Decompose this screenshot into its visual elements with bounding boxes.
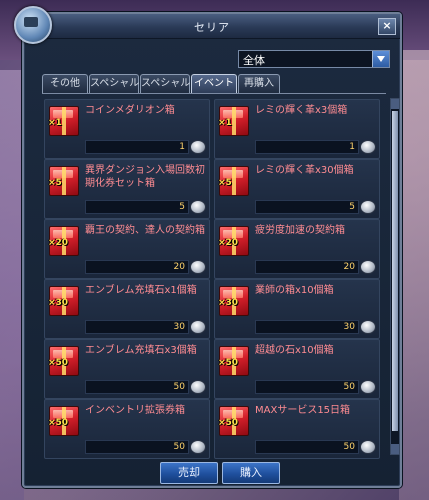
- item-list: ×1 コインメダリオン箱 1 ×1 レミの輝く革x3個箱 1 ×5 異界ダンジョ…: [42, 93, 386, 459]
- price-field: 30: [85, 320, 189, 334]
- item-quantity: ×30: [218, 298, 239, 308]
- coin-icon: [190, 140, 206, 154]
- price-field: 1: [255, 140, 359, 154]
- shop-item[interactable]: ×30 業師の箱x10個箱 30: [214, 279, 380, 339]
- item-name: エンブレム充填石x3個箱: [85, 345, 197, 356]
- price-field: 50: [255, 380, 359, 394]
- shop-window: セリア × 全体 その他 スペシャル スペシャル イベント 再購入 ×1 コイン…: [14, 6, 402, 488]
- tab-special-2[interactable]: スペシャル: [140, 74, 190, 93]
- scroll-thumb[interactable]: [392, 111, 398, 431]
- coin-icon: [190, 380, 206, 394]
- item-price: 30: [173, 322, 185, 332]
- price-field: 1: [85, 140, 189, 154]
- price-field: 5: [255, 200, 359, 214]
- item-price: 5: [349, 202, 355, 212]
- shop-item[interactable]: ×30 エンブレム充填石x1個箱 30: [44, 279, 210, 339]
- tab-other[interactable]: その他: [42, 74, 88, 93]
- price-field: 20: [255, 260, 359, 274]
- coin-icon: [190, 320, 206, 334]
- item-quantity: ×50: [48, 358, 69, 368]
- coin-icon: [190, 440, 206, 454]
- item-quantity: ×1: [218, 118, 232, 128]
- tab-special-1[interactable]: スペシャル: [89, 74, 139, 93]
- item-quantity: ×50: [218, 358, 239, 368]
- title-bar[interactable]: セリア ×: [24, 14, 400, 39]
- coin-icon: [360, 260, 376, 274]
- item-quantity: ×1: [48, 118, 62, 128]
- item-price: 5: [179, 202, 185, 212]
- item-price: 50: [173, 442, 185, 452]
- item-name: 覇王の契約、達人の契約箱: [85, 225, 205, 236]
- price-field: 30: [255, 320, 359, 334]
- background-left-decoration: [0, 70, 24, 500]
- category-filter-value: 全体: [243, 54, 265, 67]
- shop-item[interactable]: ×50 エンブレム充填石x3個箱 50: [44, 339, 210, 399]
- item-quantity: ×20: [48, 238, 69, 248]
- item-name: エンブレム充填石x1個箱: [85, 285, 197, 296]
- category-filter-dropdown[interactable]: 全体: [238, 50, 390, 68]
- shop-item[interactable]: ×5 異界ダンジョン入場回数初期化券セット箱 5: [44, 159, 210, 219]
- coin-icon: [360, 140, 376, 154]
- shop-item[interactable]: ×1 コインメダリオン箱 1: [44, 99, 210, 159]
- item-name: 異界ダンジョン入場回数初期化券セット箱: [85, 165, 205, 189]
- item-name: 疲労度加速の契約箱: [255, 225, 345, 236]
- tab-rebuy[interactable]: 再購入: [238, 74, 280, 93]
- chevron-down-icon[interactable]: [372, 51, 389, 67]
- item-price: 50: [343, 442, 355, 452]
- shop-item[interactable]: ×5 レミの輝く革x30個箱 5: [214, 159, 380, 219]
- tab-event[interactable]: イベント: [191, 74, 237, 94]
- item-quantity: ×50: [218, 418, 239, 428]
- scroll-up-arrow-icon[interactable]: [391, 99, 399, 109]
- item-price: 1: [179, 142, 185, 152]
- shop-item[interactable]: ×1 レミの輝く革x3個箱 1: [214, 99, 380, 159]
- shop-item[interactable]: ×50 インベントリ拡張券箱 50: [44, 399, 210, 459]
- item-name: レミの輝く革x3個箱: [255, 105, 348, 116]
- background-right-decoration: [399, 50, 429, 500]
- window-title: セリア: [194, 21, 230, 34]
- coin-icon: [190, 260, 206, 274]
- item-name: 業師の箱x10個箱: [255, 285, 334, 296]
- item-price: 50: [173, 382, 185, 392]
- item-quantity: ×5: [48, 178, 62, 188]
- item-name: コインメダリオン箱: [85, 105, 175, 116]
- scroll-down-arrow-icon[interactable]: [391, 444, 399, 454]
- price-field: 50: [85, 440, 189, 454]
- coin-icon: [360, 380, 376, 394]
- shop-item[interactable]: ×50 超越の石x10個箱 50: [214, 339, 380, 399]
- coin-icon: [190, 200, 206, 214]
- shop-item[interactable]: ×50 MAXサービス15日箱 50: [214, 399, 380, 459]
- npc-portrait-icon: [14, 6, 52, 44]
- item-price: 20: [343, 262, 355, 272]
- price-field: 5: [85, 200, 189, 214]
- price-field: 20: [85, 260, 189, 274]
- item-quantity: ×20: [218, 238, 239, 248]
- coin-icon: [360, 440, 376, 454]
- sell-button[interactable]: 売却: [160, 462, 218, 484]
- shop-item[interactable]: ×20 疲労度加速の契約箱 20: [214, 219, 380, 279]
- item-name: レミの輝く革x30個箱: [255, 165, 354, 176]
- item-price: 30: [343, 322, 355, 332]
- item-price: 1: [349, 142, 355, 152]
- item-price: 50: [343, 382, 355, 392]
- item-name: インベントリ拡張券箱: [85, 405, 185, 416]
- item-quantity: ×5: [218, 178, 232, 188]
- shop-item[interactable]: ×20 覇王の契約、達人の契約箱 20: [44, 219, 210, 279]
- price-field: 50: [255, 440, 359, 454]
- close-button[interactable]: ×: [378, 18, 396, 35]
- item-name: MAXサービス15日箱: [255, 405, 351, 416]
- item-quantity: ×30: [48, 298, 69, 308]
- buy-button[interactable]: 購入: [222, 462, 280, 484]
- coin-icon: [360, 200, 376, 214]
- coin-icon: [360, 320, 376, 334]
- price-field: 50: [85, 380, 189, 394]
- item-list-scrollbar[interactable]: [390, 98, 400, 455]
- item-name: 超越の石x10個箱: [255, 345, 334, 356]
- item-quantity: ×50: [48, 418, 69, 428]
- item-price: 20: [173, 262, 185, 272]
